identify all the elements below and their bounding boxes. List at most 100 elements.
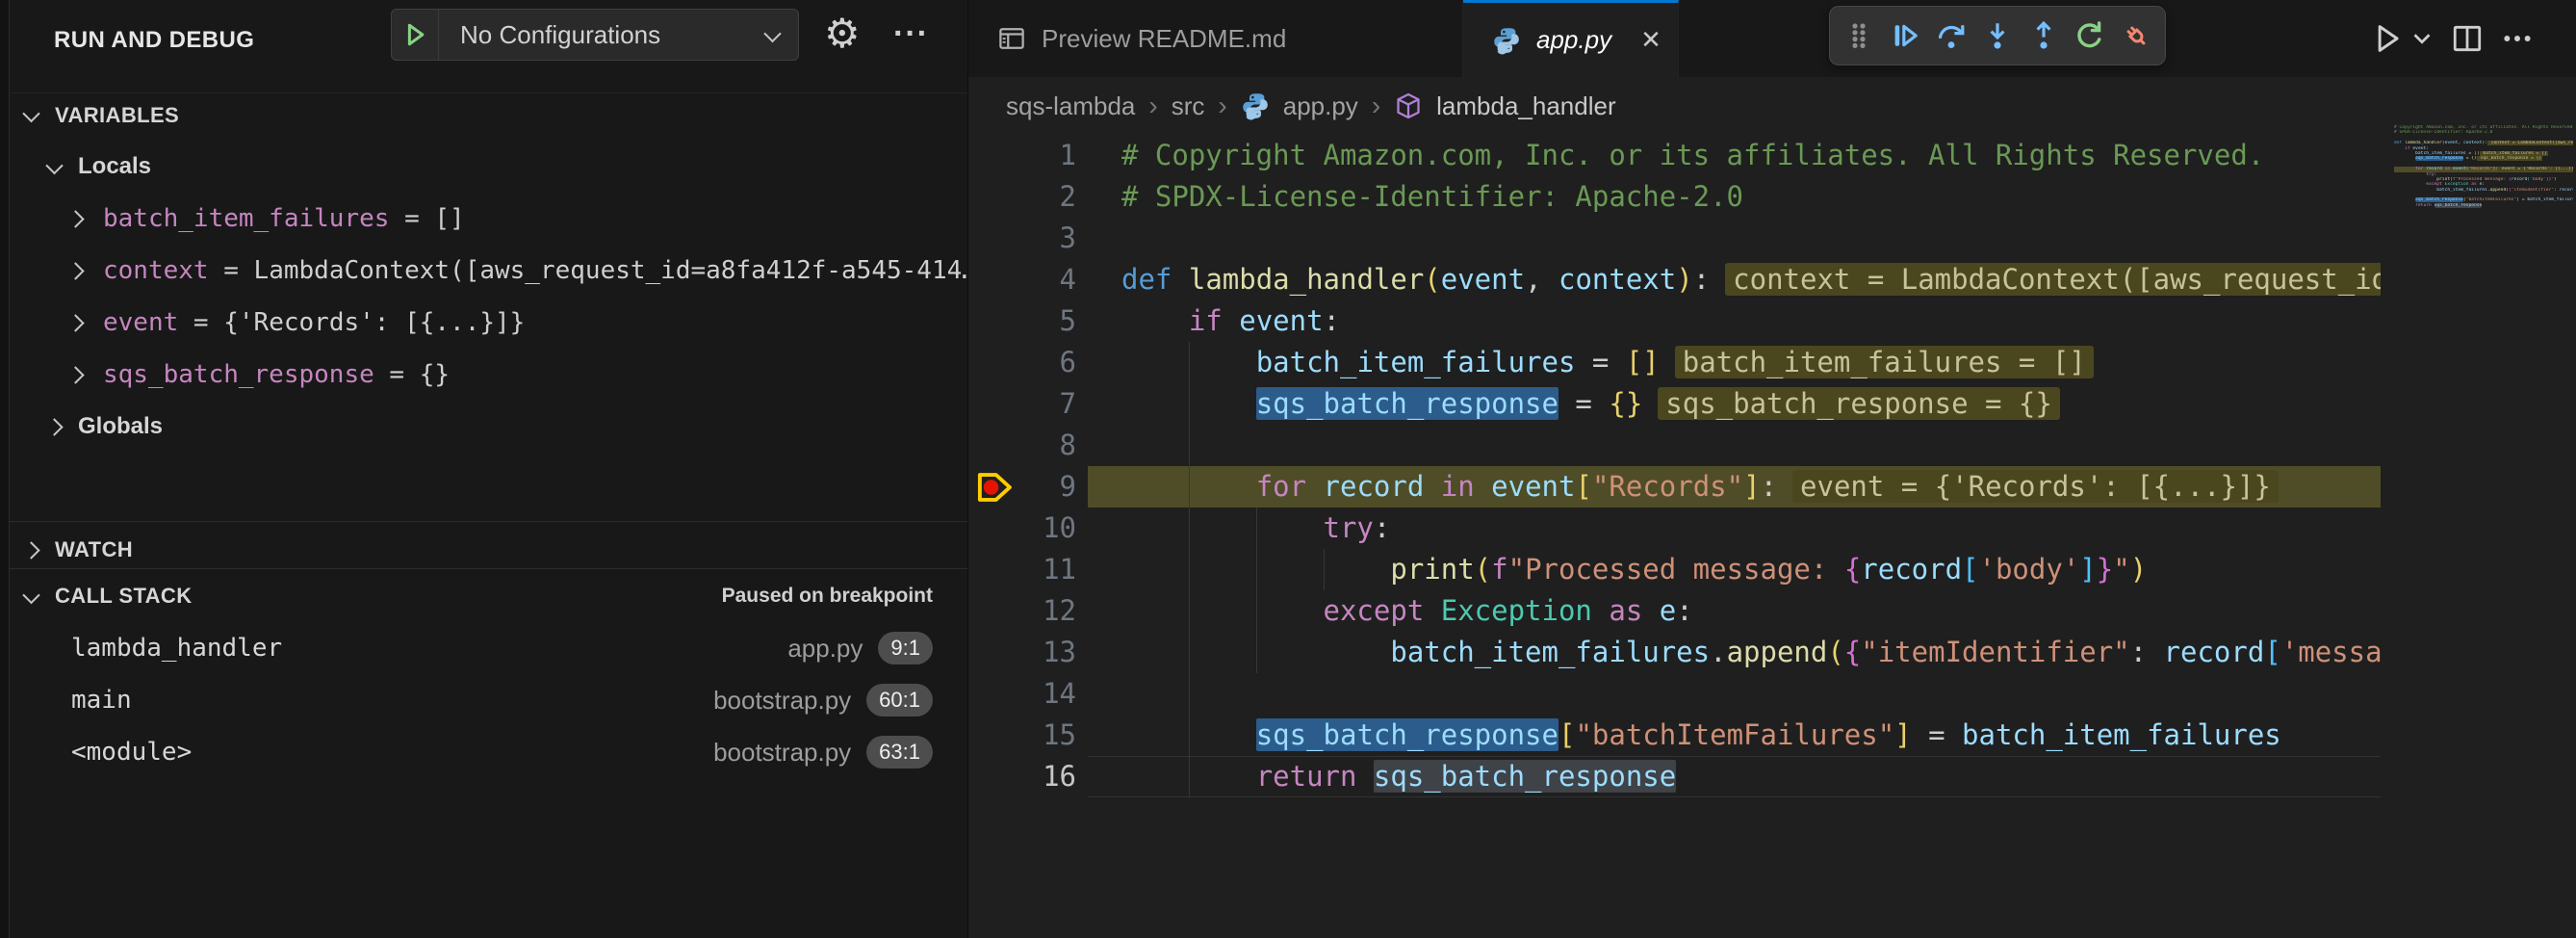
debug-disconnect-button[interactable] [2115, 13, 2157, 59]
split-editor-button[interactable] [2451, 22, 2484, 55]
code-line: 10 try: [968, 508, 2576, 549]
line-number[interactable]: 9 [968, 466, 1076, 508]
line-number[interactable]: 7 [968, 383, 1076, 425]
line-number[interactable]: 4 [968, 259, 1076, 300]
code-line-text[interactable]: sqs_batch_response["batchItemFailures"] … [1121, 715, 2381, 756]
code-line-text[interactable]: # Copyright Amazon.com, Inc. or its affi… [1121, 135, 2381, 176]
line-number[interactable]: 15 [968, 715, 1076, 756]
chevron-down-button[interactable] [2410, 27, 2434, 50]
frame-file: bootstrap.py [713, 686, 851, 716]
breadcrumb-item[interactable]: app.py [1283, 91, 1358, 121]
code-line: 4 def lambda_handler(event, context):cont… [968, 259, 2576, 300]
watch-section-header[interactable]: WATCH [10, 528, 967, 572]
code-line: 13 batch_item_failures.append({"itemIden… [968, 632, 2576, 673]
code-line-text[interactable]: except Exception as e: [1121, 590, 2381, 632]
tab-label: Preview README.md [1042, 24, 1286, 54]
call-stack-frame[interactable]: <module>bootstrap.py63:1 [10, 730, 967, 774]
debug-restart-button[interactable] [2069, 13, 2111, 59]
breadcrumb-item[interactable]: src [1172, 91, 1205, 121]
run-and-debug-sidebar: RUN AND DEBUG No Configurations ⚙ ··· VA… [10, 0, 968, 938]
frame-position-badge: 60:1 [866, 684, 933, 717]
code-line-text[interactable]: # SPDX-License-Identifier: Apache-2.0 [1121, 176, 2381, 218]
code-line-text[interactable]: batch_item_failures = []batch_item_failu… [1121, 342, 2381, 383]
gripper-button[interactable] [1838, 13, 1880, 59]
variable-name: sqs_batch_response [103, 360, 374, 389]
code-line-text[interactable]: sqs_batch_response = {}sqs_batch_respons… [1121, 383, 2381, 425]
minimap-line: batch_item_failures.append({"itemIdentif… [2394, 188, 2573, 193]
code-line-text[interactable]: batch_item_failures.append({"itemIdentif… [1121, 632, 2381, 673]
debug-inline-value: sqs_batch_response = {} [1658, 387, 2060, 420]
editor-actions [2370, 0, 2576, 77]
line-number[interactable]: 1 [968, 135, 1076, 176]
minimap-line: return sqs_batch_response [2394, 203, 2573, 208]
code-line-text[interactable]: try: [1121, 508, 2381, 549]
variable-row[interactable]: batch_item_failures = [] [10, 196, 967, 241]
preview-icon [997, 24, 1026, 53]
line-number[interactable]: 3 [968, 218, 1076, 259]
frame-function: main [71, 686, 132, 715]
run-button[interactable] [2370, 21, 2405, 56]
tab-label: app.py [1536, 25, 1611, 55]
code-line-text[interactable]: return sqs_batch_response [1121, 756, 2381, 797]
frame-position-badge: 9:1 [878, 632, 933, 664]
ellipsis-button[interactable] [2501, 22, 2534, 55]
editor-tab-bar: Preview README.md app.py ✕ [968, 0, 2576, 77]
variable-row[interactable]: context = LambdaContext([aws_request_id=… [10, 248, 967, 293]
code-line: 14 [968, 673, 2576, 715]
variable-name: event [103, 308, 178, 337]
chevron-right-icon [69, 213, 82, 225]
debug-toolbar [1829, 6, 2166, 65]
code-line-text[interactable]: def lambda_handler(event, context):conte… [1121, 259, 2381, 300]
pause-status-badge: Paused on breakpoint [722, 585, 933, 608]
code-line-text[interactable]: if event: [1121, 300, 2381, 342]
variable-name: batch_item_failures [103, 204, 389, 233]
code-line: 7 sqs_batch_response = {}sqs_batch_respo… [968, 383, 2576, 425]
chevron-down-icon [766, 29, 779, 41]
section-divider [10, 521, 967, 522]
debug-inline-value: event = {'Records': [{...}]} [1792, 470, 2279, 503]
debug-step-into-button[interactable] [1976, 13, 2019, 59]
code-line: 15 sqs_batch_response["batchItemFailures… [968, 715, 2576, 756]
start-debug-icon[interactable] [392, 10, 439, 60]
debug-step-over-button[interactable] [1930, 13, 1972, 59]
frame-position-badge: 63:1 [866, 736, 933, 769]
debug-configuration-dropdown[interactable]: No Configurations [391, 9, 799, 61]
minimap[interactable]: # Copyright Amazon.com, Inc. or its affi… [2394, 125, 2573, 208]
line-number[interactable]: 16 [968, 756, 1076, 797]
code-line-text[interactable]: print(f"Processed message: {record['body… [1121, 549, 2381, 590]
debug-continue-button[interactable] [1884, 13, 1926, 59]
line-number[interactable]: 2 [968, 176, 1076, 218]
variable-value: {'Records': [{...}]} [223, 308, 525, 337]
variable-row[interactable]: sqs_batch_response = {} [10, 352, 967, 397]
debug-inline-value: batch_item_failures = [] [1675, 346, 2094, 378]
call-stack-frame[interactable]: lambda_handlerapp.py9:1 [10, 626, 967, 670]
line-number[interactable]: 14 [968, 673, 1076, 715]
call-stack-frame[interactable]: main bootstrap.py 60:1 [10, 678, 967, 722]
tab-app-py[interactable]: app.py ✕ [1463, 0, 1679, 77]
close-icon[interactable]: ✕ [1640, 25, 1662, 55]
debug-step-out-button[interactable] [2022, 13, 2065, 59]
code-line: 3 [968, 218, 2576, 259]
configuration-label: No Configurations [460, 20, 766, 50]
line-number[interactable]: 13 [968, 632, 1076, 673]
locals-scope-row[interactable]: Locals [10, 144, 967, 189]
line-number[interactable]: 5 [968, 300, 1076, 342]
line-number[interactable]: 6 [968, 342, 1076, 383]
line-number[interactable]: 8 [968, 425, 1076, 466]
line-number[interactable]: 11 [968, 549, 1076, 590]
variable-name: context [103, 256, 209, 285]
line-number[interactable]: 12 [968, 590, 1076, 632]
gear-icon[interactable]: ⚙ [824, 8, 861, 60]
breadcrumb-separator: › [1372, 91, 1380, 121]
breadcrumb-item[interactable]: sqs-lambda [1006, 91, 1135, 121]
code-line-text[interactable]: for record in event["Records"]:event = {… [1121, 466, 2381, 508]
line-number[interactable]: 10 [968, 508, 1076, 549]
globals-scope-row[interactable]: Globals [10, 404, 967, 449]
more-actions-icon[interactable]: ··· [893, 8, 929, 60]
code-line: 5 if event: [968, 300, 2576, 342]
variables-section-header[interactable]: VARIABLES [10, 92, 967, 137]
call-stack-section-header[interactable]: CALL STACK Paused on breakpoint [10, 574, 967, 618]
variable-row[interactable]: event = {'Records': [{...}]} [10, 300, 967, 345]
tab-preview-readme[interactable]: Preview README.md [968, 0, 1463, 77]
breadcrumb-item[interactable]: lambda_handler [1436, 91, 1615, 121]
